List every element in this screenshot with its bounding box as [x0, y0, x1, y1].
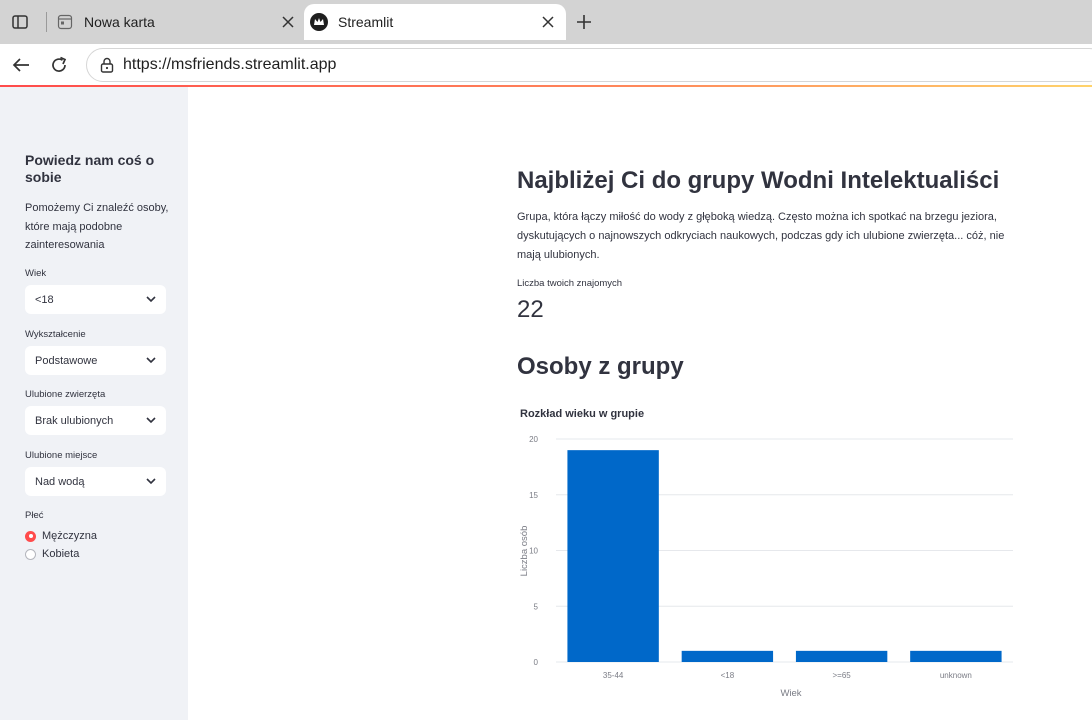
- bar[interactable]: [795, 650, 888, 662]
- tab-actions-icon[interactable]: [8, 10, 32, 34]
- friends-count-value: 22: [517, 296, 544, 323]
- gender-radio-male[interactable]: Mężczyzna: [25, 530, 97, 542]
- chevron-down-icon: [146, 356, 156, 366]
- radio-label: Kobieta: [42, 548, 80, 560]
- close-icon[interactable]: [536, 10, 560, 34]
- y-tick-label: 15: [529, 491, 538, 500]
- sidebar: Powiedz nam coś o sobie Pomożemy Ci znal…: [0, 87, 188, 720]
- age-select-value: <18: [35, 293, 54, 306]
- education-label: Wykształcenie: [25, 329, 86, 340]
- education-select-value: Podstawowe: [35, 354, 98, 367]
- favorite-place-label: Ulubione miejsce: [25, 450, 98, 461]
- chevron-down-icon: [146, 295, 156, 305]
- new-tab-plus-icon[interactable]: [572, 10, 596, 34]
- address-bar[interactable]: https://msfriends.streamlit.app: [86, 48, 1092, 82]
- x-tick-label: 35-44: [603, 671, 624, 680]
- favorite-animals-select-value: Brak ulubionych: [35, 414, 114, 427]
- tab-streamlit[interactable]: Streamlit: [304, 4, 566, 40]
- x-tick-label: >=65: [833, 671, 852, 680]
- gender-radio-female[interactable]: Kobieta: [25, 548, 79, 560]
- radio-unchecked-icon[interactable]: [25, 548, 36, 560]
- url-text: https://msfriends.streamlit.app: [123, 56, 337, 73]
- browser-toolbar: https://msfriends.streamlit.app: [0, 44, 1092, 86]
- age-label: Wiek: [25, 268, 47, 279]
- group-members-heading: Osoby z grupy: [517, 353, 684, 380]
- bar[interactable]: [910, 650, 1002, 662]
- y-axis-label: Liczba osób: [519, 526, 530, 577]
- y-tick-label: 0: [534, 658, 539, 667]
- sidebar-title: Powiedz nam coś o sobie: [25, 152, 155, 185]
- friends-count-label: Liczba twoich znajomych: [517, 278, 623, 289]
- favorite-animals-label: Ulubione zwierzęta: [25, 389, 106, 400]
- browser-tabstrip: Nowa karta Streamlit: [0, 0, 1092, 44]
- sidebar-description: Pomożemy Ci znaleźć osoby, które mają po…: [25, 202, 169, 251]
- group-description: Grupa, która łączy miłość do wody z głęb…: [517, 211, 1005, 261]
- chart-title: Rozkład wieku w grupie: [520, 408, 644, 420]
- radio-label: Mężczyzna: [42, 530, 98, 542]
- reload-icon[interactable]: [46, 52, 72, 78]
- x-tick-label: unknown: [940, 671, 972, 680]
- main-content: Najbliżej Ci do grupy Wodni Intelektuali…: [188, 87, 1092, 720]
- chevron-down-icon: [146, 477, 156, 487]
- chevron-down-icon: [146, 416, 156, 426]
- age-select[interactable]: <18: [25, 285, 166, 314]
- favorite-place-select[interactable]: Nad wodą: [25, 467, 166, 496]
- group-heading: Najbliżej Ci do grupy Wodni Intelektuali…: [517, 167, 1000, 194]
- streamlit-crown-icon: [310, 13, 328, 31]
- education-select[interactable]: Podstawowe: [25, 346, 166, 375]
- favorite-animals-select[interactable]: Brak ulubionych: [25, 406, 166, 435]
- tab-title: Streamlit: [338, 14, 394, 30]
- back-arrow-icon[interactable]: [8, 52, 34, 78]
- bar[interactable]: [567, 450, 659, 662]
- bar[interactable]: [681, 650, 774, 662]
- y-tick-label: 5: [534, 602, 539, 611]
- lock-icon[interactable]: [97, 55, 117, 75]
- favorite-place-select-value: Nad wodą: [35, 475, 85, 488]
- age-distribution-chart[interactable]: Rozkład wieku w grupie 0 5 10 15 20 35-44 <18…: [508, 400, 1028, 700]
- y-tick-label: 20: [529, 435, 538, 444]
- x-axis-label: Wiek: [780, 688, 801, 699]
- tab-title: Nowa karta: [84, 14, 155, 30]
- close-icon[interactable]: [276, 10, 300, 34]
- y-tick-label: 10: [529, 547, 538, 556]
- x-tick-label: <18: [721, 671, 735, 680]
- gender-label: Płeć: [25, 510, 44, 521]
- new-tab-page-icon: [56, 13, 74, 31]
- radio-checked-icon[interactable]: [25, 530, 36, 542]
- tab-new-tab[interactable]: Nowa karta: [50, 4, 306, 40]
- tab-separator: [46, 12, 47, 32]
